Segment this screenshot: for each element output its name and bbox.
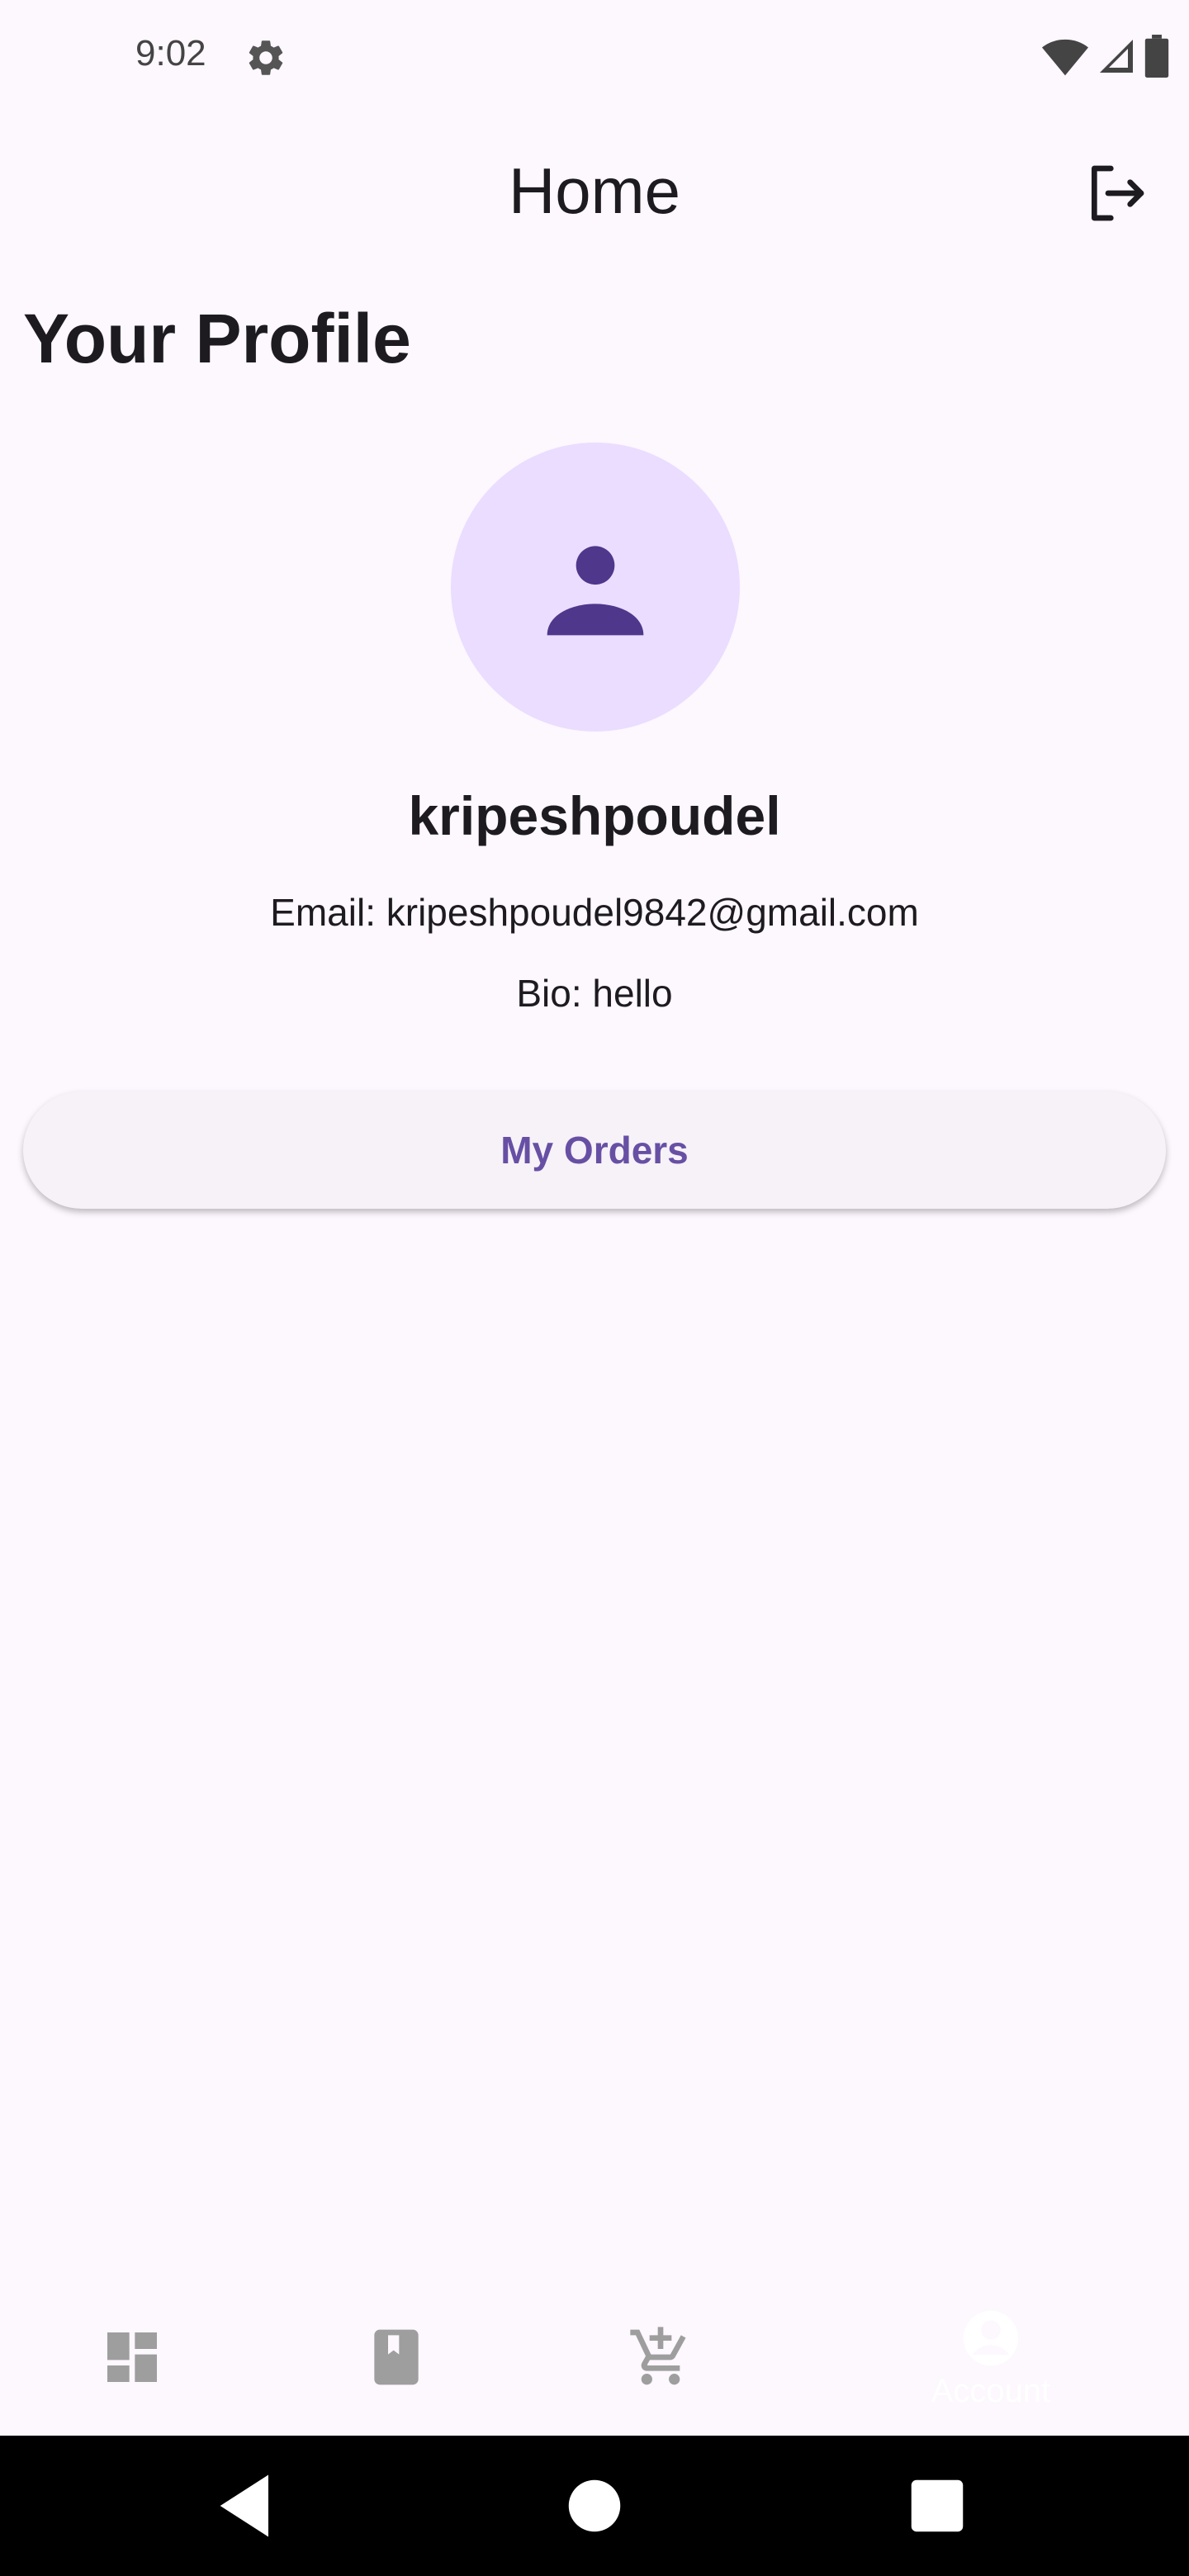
status-time: 9:02 (135, 33, 206, 73)
nav-item-books[interactable] (264, 2279, 528, 2436)
system-nav-bar (0, 2436, 1189, 2576)
dashboard-icon (107, 2332, 157, 2382)
username: kripeshpoudel (408, 785, 781, 846)
nav-item-account[interactable]: Account (859, 2279, 1123, 2436)
status-icons (1042, 35, 1169, 78)
battery-icon (1144, 35, 1169, 78)
wifi-icon (1042, 39, 1088, 76)
my-orders-button[interactable]: My Orders (23, 1091, 1166, 1209)
back-icon[interactable] (206, 2465, 289, 2547)
app-bar: Home (0, 132, 1189, 248)
recents-icon[interactable] (896, 2465, 978, 2547)
account-icon (963, 2310, 1019, 2365)
status-bar: 9:02 (0, 0, 1189, 116)
person-icon (547, 546, 644, 636)
bottom-nav: Account (0, 2279, 1189, 2436)
gear-icon (249, 40, 283, 75)
email-text: Email: kripeshpoudel9842@gmail.com (270, 891, 919, 934)
avatar (451, 443, 740, 732)
logout-icon[interactable] (1083, 160, 1149, 226)
home-icon[interactable] (553, 2465, 636, 2547)
section-title: Your Profile (23, 300, 411, 377)
nav-item-dashboard[interactable] (0, 2279, 264, 2436)
book-icon (374, 2329, 419, 2385)
signal-icon (1100, 40, 1133, 73)
page-title: Home (508, 154, 681, 227)
add-cart-icon (630, 2327, 686, 2385)
nav-item-cart[interactable] (528, 2279, 793, 2436)
bio-text: Bio: hello (516, 972, 673, 1015)
nav-label-account: Account (931, 2372, 1051, 2409)
